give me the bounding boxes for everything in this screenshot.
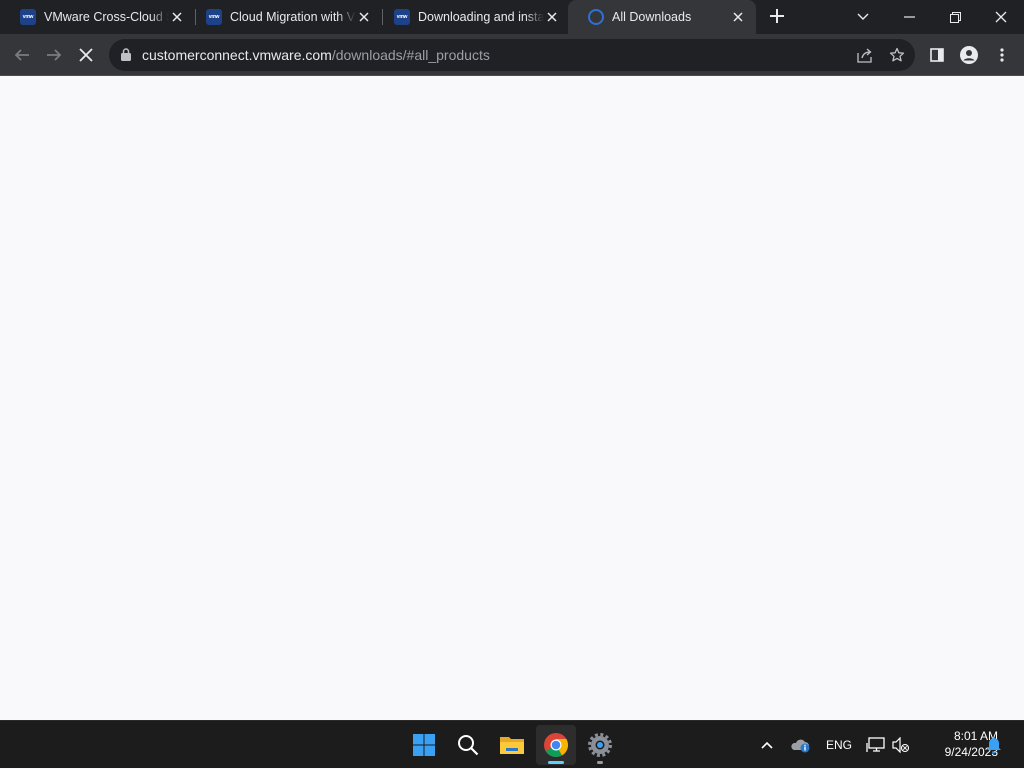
- side-panel-icon: [930, 48, 944, 62]
- tab-title: Downloading and installing: [418, 10, 544, 24]
- star-icon: [889, 47, 905, 62]
- settings-icon: [588, 733, 612, 757]
- tab-downloading-installing[interactable]: vmw Downloading and installing: [374, 0, 570, 34]
- share-icon: [857, 48, 872, 63]
- tab-vmware-cross-cloud[interactable]: vmw VMware Cross-Cloud Services: [0, 0, 195, 34]
- running-app-indicator: [597, 761, 603, 764]
- network-icon: [866, 737, 885, 752]
- tab-title: All Downloads: [612, 10, 692, 24]
- close-tab-icon[interactable]: [730, 9, 746, 25]
- tab-title: Cloud Migration with VMware: [230, 10, 356, 24]
- volume-tray-button[interactable]: [892, 721, 910, 769]
- browser-toolbar: customerconnect.vmware.com/downloads/#al…: [0, 34, 1024, 76]
- close-tab-icon[interactable]: [169, 9, 185, 25]
- new-tab-button[interactable]: [766, 5, 788, 27]
- menu-button[interactable]: [989, 42, 1015, 68]
- active-app-indicator: [548, 761, 564, 764]
- side-panel-button[interactable]: [924, 42, 950, 68]
- chevron-up-icon: [761, 741, 773, 749]
- tab-cloud-migration[interactable]: vmw Cloud Migration with VMware: [186, 0, 382, 34]
- profile-icon: [960, 46, 978, 64]
- bell-icon: [987, 737, 1001, 753]
- vmware-favicon-icon: vmw: [20, 9, 36, 25]
- onedrive-tray-button[interactable]: [790, 721, 812, 769]
- tab-strip: vmw VMware Cross-Cloud Services vmw Clou…: [0, 0, 1024, 34]
- back-button[interactable]: [9, 42, 35, 68]
- language-label: ENG: [826, 738, 853, 752]
- file-explorer-button[interactable]: [492, 725, 532, 765]
- notifications-button[interactable]: [986, 721, 1002, 769]
- chrome-icon: [544, 733, 569, 758]
- address-bar[interactable]: customerconnect.vmware.com/downloads/#al…: [109, 39, 915, 71]
- kebab-menu-icon: [1000, 48, 1004, 62]
- chevron-down-icon: [857, 13, 869, 20]
- tab-all-downloads[interactable]: All Downloads: [568, 0, 756, 34]
- share-button[interactable]: [855, 45, 875, 65]
- minimize-icon: [903, 16, 915, 18]
- tab-search-button[interactable]: [840, 0, 886, 34]
- show-hidden-icons-button[interactable]: [760, 721, 774, 769]
- arrow-right-icon: [47, 49, 62, 61]
- close-icon: [995, 11, 1007, 23]
- stop-loading-button[interactable]: [73, 42, 99, 68]
- volume-muted-icon: [892, 737, 910, 753]
- windows-taskbar: ENG 8:01 AM 9/24/2023: [0, 720, 1024, 768]
- file-explorer-icon: [500, 737, 524, 754]
- close-window-button[interactable]: [978, 0, 1024, 34]
- close-icon: [79, 48, 93, 62]
- chrome-button[interactable]: [536, 725, 576, 765]
- url-path: /downloads/#all_products: [331, 47, 490, 63]
- start-icon: [413, 734, 435, 756]
- arrow-left-icon: [14, 49, 29, 61]
- plus-icon: [770, 9, 784, 23]
- bookmark-button[interactable]: [887, 45, 907, 65]
- start-button[interactable]: [404, 725, 444, 765]
- tab-title: VMware Cross-Cloud Services: [44, 10, 169, 24]
- url-host: customerconnect.vmware.com: [142, 47, 332, 63]
- close-tab-icon[interactable]: [356, 9, 372, 25]
- page-viewport[interactable]: [0, 76, 1024, 720]
- restore-button[interactable]: [932, 0, 978, 34]
- url-text[interactable]: customerconnect.vmware.com/downloads/#al…: [142, 47, 490, 63]
- taskbar-search-button[interactable]: [448, 725, 488, 765]
- close-tab-icon[interactable]: [544, 9, 560, 25]
- vmware-favicon-icon: vmw: [206, 9, 222, 25]
- network-tray-button[interactable]: [866, 721, 886, 769]
- language-indicator[interactable]: ENG: [826, 721, 852, 769]
- vmware-favicon-icon: vmw: [394, 9, 410, 25]
- lock-icon[interactable]: [121, 48, 131, 61]
- restore-icon: [949, 11, 961, 23]
- settings-button[interactable]: [580, 725, 620, 765]
- search-icon: [458, 735, 479, 756]
- minimize-button[interactable]: [886, 0, 932, 34]
- profile-button[interactable]: [956, 42, 982, 68]
- loading-spinner-icon: [588, 9, 604, 25]
- forward-button[interactable]: [41, 42, 67, 68]
- onedrive-icon: [791, 739, 810, 753]
